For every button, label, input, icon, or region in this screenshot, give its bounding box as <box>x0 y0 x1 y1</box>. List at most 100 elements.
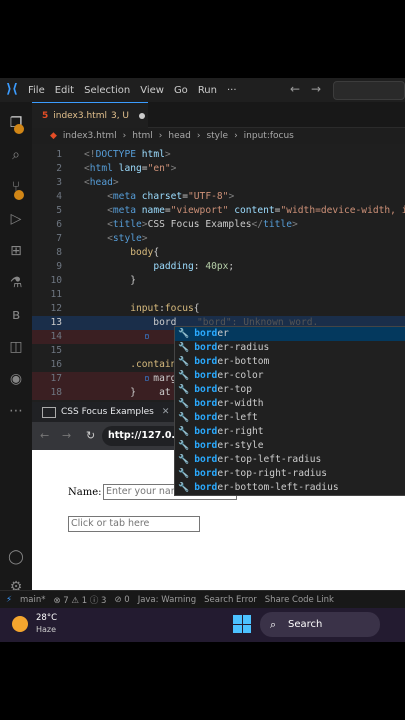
code-line[interactable]: 6 <title>CSS Focus Examples</title> <box>32 218 405 232</box>
tab-title: index3.html <box>53 110 107 121</box>
forward-arrow-icon[interactable]: → <box>311 82 321 96</box>
suggestion-rest: er-bottom-left-radius <box>217 482 339 493</box>
code-line[interactable]: 7 <style> <box>32 232 405 246</box>
java-status[interactable]: Java: Warning <box>138 595 196 605</box>
code-text: <!DOCTYPE html> <box>84 149 171 160</box>
browser-forward-icon[interactable]: → <box>62 429 71 442</box>
suggestion-item[interactable]: 🔧 border-right <box>175 425 405 439</box>
menu-go[interactable]: Go <box>174 85 188 96</box>
lightbulb-icon[interactable]: ▫ <box>144 372 150 386</box>
suggestion-item[interactable]: 🔧 border-bottom <box>175 355 405 369</box>
chevron-right-icon: › <box>196 131 201 141</box>
property-icon: 🔧 <box>178 441 190 451</box>
breadcrumb-file[interactable]: index3.html <box>63 131 117 141</box>
code-line[interactable]: 5 <meta name="viewport" content="width=d… <box>32 204 405 218</box>
suggestion-item[interactable]: 🔧 border-top-right-radius <box>175 467 405 481</box>
browser-tab-title[interactable]: CSS Focus Examples <box>61 407 154 417</box>
code-line[interactable]: 4 <meta charset="UTF-8"> <box>32 190 405 204</box>
suggestion-item[interactable]: 🔧 border-style <box>175 439 405 453</box>
menu-edit[interactable]: Edit <box>55 85 74 96</box>
code-line[interactable]: 2 <html lang="en"> <box>32 162 405 176</box>
code-line[interactable]: 10 } <box>32 274 405 288</box>
code-line[interactable]: 12 input:focus{ <box>32 302 405 316</box>
weather-icon[interactable] <box>12 616 28 632</box>
line-number: 7 <box>56 233 62 244</box>
property-icon: 🔧 <box>178 469 190 479</box>
taskbar-search[interactable]: ⌕ Search <box>260 612 380 637</box>
remote-indicator-icon[interactable]: ⚡ <box>6 595 12 605</box>
suggestion-item[interactable]: 🔧 border-color <box>175 369 405 383</box>
breadcrumb-input-focus[interactable]: input:focus <box>244 131 294 141</box>
title-bar: ⟩⟨ File Edit Selection View Go Run ··· ←… <box>0 78 405 103</box>
line-number: 14 <box>50 331 62 342</box>
remote-icon[interactable]: ◫ <box>7 338 25 356</box>
suggestion-rest: er-radius <box>217 342 270 353</box>
code-text: <title>CSS Focus Examples</title> <box>107 219 298 230</box>
suggestion-item[interactable]: 🔧 border-bottom-left-radius <box>175 481 405 495</box>
code-line[interactable]: 11 <box>32 288 405 302</box>
lightbulb-icon[interactable]: ▫ <box>144 330 150 344</box>
git-branch[interactable]: main* <box>20 595 46 605</box>
weather-condition: Haze <box>36 625 57 634</box>
taskbar: 28°C Haze ⌕ Search <box>0 608 405 642</box>
code-text: padding: 40px; <box>153 261 235 272</box>
menu-view[interactable]: View <box>140 85 164 96</box>
menu-run[interactable]: Run <box>198 85 217 96</box>
problems-count[interactable]: ⊗ 7 ⚠ 1 ⓘ 3 <box>53 594 106 606</box>
browser-back-icon[interactable]: ← <box>40 429 49 442</box>
menu-selection[interactable]: Selection <box>84 85 130 96</box>
close-tab-icon[interactable]: ✕ <box>162 407 170 417</box>
search-error[interactable]: Search Error <box>204 595 257 605</box>
reload-icon[interactable]: ↻ <box>86 429 95 442</box>
more-icon[interactable]: ⋯ <box>7 402 25 420</box>
line-number: 16 <box>50 359 62 370</box>
windows-start-icon[interactable] <box>233 615 251 633</box>
suggestion-item[interactable]: 🔧 border <box>175 327 405 341</box>
line-number: 2 <box>56 163 62 174</box>
unsaved-dot-icon[interactable] <box>139 112 146 119</box>
bookmark-icon[interactable]: ʙ <box>7 306 25 324</box>
autocomplete-list[interactable]: 🔧 border 🔧 border-radius 🔧 border-bottom 🔧 bord… <box>174 326 405 496</box>
suggestion-rest: er-left <box>217 412 258 423</box>
ports-count[interactable]: ⊘ 0 <box>114 595 129 605</box>
suggestion-item[interactable]: 🔧 border-radius <box>175 341 405 355</box>
extensions-icon[interactable]: ⊞ <box>7 242 25 260</box>
vscode-logo-icon: ⟩⟨ <box>6 82 18 97</box>
code-line[interactable]: 9 padding: 40px; <box>32 260 405 274</box>
tab-input[interactable]: Click or tab here <box>68 516 200 532</box>
suggestion-rest: er-right <box>217 426 264 437</box>
suggestion-item[interactable]: 🔧 border-width <box>175 397 405 411</box>
share-code-link[interactable]: Share Code Link <box>265 595 334 605</box>
line-number: 12 <box>50 303 62 314</box>
github-icon[interactable]: ◉ <box>7 370 25 388</box>
line-number: 8 <box>56 247 62 258</box>
tab-status: 3, U <box>110 110 130 121</box>
suggestion-item[interactable]: 🔧 border-top-left-radius <box>175 453 405 467</box>
code-text: } at <box>84 387 171 398</box>
command-center[interactable] <box>333 81 405 100</box>
code-line[interactable]: 1 <!DOCTYPE html> <box>32 148 405 162</box>
chevron-right-icon: › <box>234 131 238 141</box>
breadcrumb-style[interactable]: style <box>206 131 228 141</box>
suggestion-item[interactable]: 🔧 border-left <box>175 411 405 425</box>
account-icon[interactable]: ◯ <box>7 548 25 566</box>
search-icon[interactable]: ⌕ <box>7 146 25 164</box>
back-arrow-icon[interactable]: ← <box>290 82 300 96</box>
suggestion-rest: er-width <box>217 398 264 409</box>
line-number: 6 <box>56 219 62 230</box>
breadcrumb-html[interactable]: html <box>132 131 153 141</box>
code-line[interactable]: 3 <head> <box>32 176 405 190</box>
line-number: 17 <box>50 373 62 384</box>
tab-index3-html[interactable]: 5 index3.html 3, U <box>32 102 148 128</box>
code-text: input:focus{ <box>130 303 200 314</box>
run-debug-icon[interactable]: ▷ <box>7 210 25 228</box>
menu-more[interactable]: ··· <box>227 85 237 96</box>
code-line[interactable]: 8 body{ <box>32 246 405 260</box>
testing-icon[interactable]: ⚗ <box>7 274 25 292</box>
code-text: <html lang="en"> <box>84 163 177 174</box>
menu-file[interactable]: File <box>28 85 45 96</box>
breadcrumb-head[interactable]: head <box>168 131 190 141</box>
code-text: <style> <box>107 233 148 244</box>
name-label: Name: <box>68 487 102 498</box>
suggestion-item[interactable]: 🔧 border-top <box>175 383 405 397</box>
